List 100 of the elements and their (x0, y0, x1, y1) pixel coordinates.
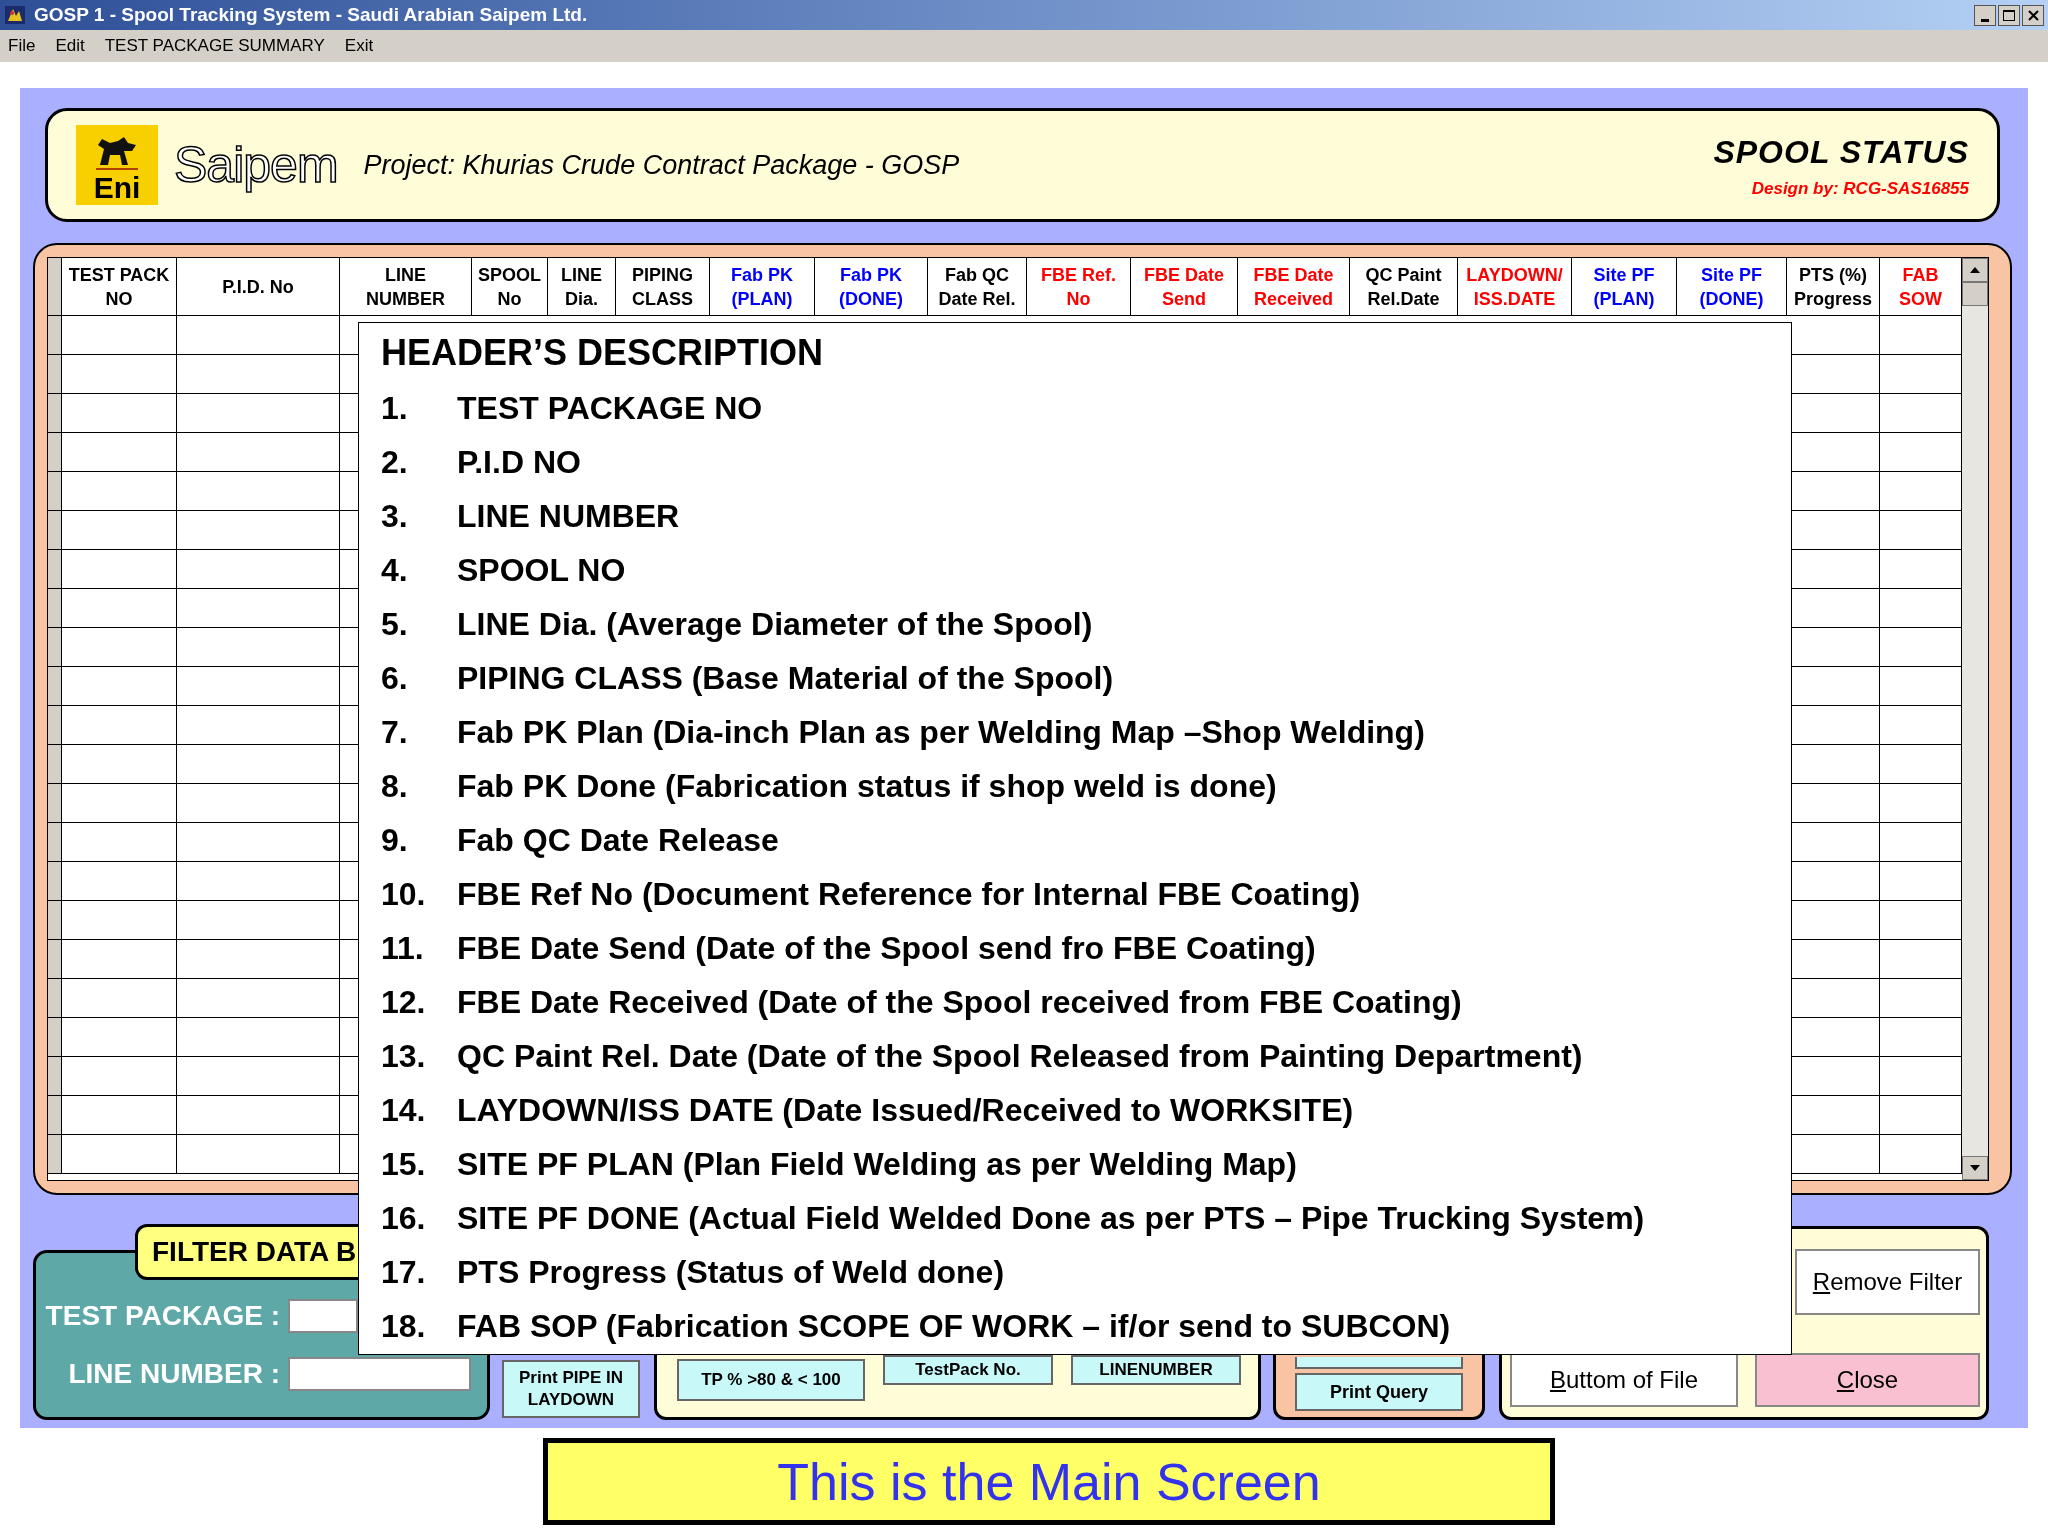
item-number: 14. (381, 1091, 427, 1130)
input-field[interactable] (288, 1357, 471, 1391)
bottom-of-file-button[interactable]: Buttom of File (1510, 1353, 1738, 1407)
row-selector[interactable] (48, 258, 62, 316)
close-button[interactable] (2022, 4, 2044, 26)
row-selector[interactable] (48, 706, 62, 745)
down-arrow-icon (1970, 1165, 1980, 1171)
row-selector[interactable] (48, 589, 62, 628)
row-selector[interactable] (48, 355, 62, 394)
query-button[interactable]: LINENUMBER (1071, 1355, 1241, 1385)
row-selector[interactable] (48, 1096, 62, 1135)
menu-item[interactable]: Edit (55, 33, 85, 59)
item-description: LAYDOWN/ISS DATE (Date Issued/Received to WORKSITE) (457, 1091, 1354, 1130)
scroll-thumb[interactable] (1962, 282, 1988, 306)
row-selector[interactable] (48, 979, 62, 1018)
item-description: PTS Progress (Status of Weld done) (457, 1253, 1005, 1292)
query-button[interactable]: TP % >80 & < 100 (677, 1359, 865, 1401)
item-number: 2. (381, 443, 409, 482)
row-selector[interactable] (48, 1135, 62, 1174)
menu-item[interactable]: Exit (344, 33, 374, 59)
row-selector[interactable] (48, 667, 62, 706)
row-selector[interactable] (48, 433, 62, 472)
row-selector[interactable] (48, 472, 62, 511)
item-number: 5. (381, 605, 409, 644)
row-selector[interactable] (48, 316, 62, 355)
row-selector[interactable] (48, 394, 62, 433)
item-number: 1. (381, 389, 409, 428)
row-selector[interactable] (48, 628, 62, 667)
column-header[interactable]: Site PF (PLAN) (1572, 258, 1677, 316)
column-header[interactable]: FBE Date Received (1238, 258, 1350, 316)
row-selector[interactable] (48, 745, 62, 784)
column-header[interactable]: P.I.D. No (177, 258, 340, 316)
item-description: QC Paint Rel. Date (Date of the Spool Released from Painting Department) (457, 1037, 1583, 1076)
scroll-down-button[interactable] (1962, 1156, 1988, 1180)
row-selector[interactable] (48, 940, 62, 979)
row-selector[interactable] (48, 862, 62, 901)
menu-item[interactable]: File (8, 33, 36, 59)
column-header[interactable]: LINE Dia. (548, 258, 616, 316)
partial-button[interactable] (1295, 1357, 1463, 1369)
column-header[interactable]: QC Paint Rel.Date (1350, 258, 1458, 316)
row-selector[interactable] (48, 901, 62, 940)
column-header[interactable]: Fab PK (PLAN) (710, 258, 815, 316)
column-header[interactable]: Fab PK (DONE) (815, 258, 928, 316)
field-label: TEST PACKAGE : (44, 1299, 280, 1333)
minimize-button[interactable] (1974, 4, 1996, 26)
row-selector[interactable] (48, 1018, 62, 1057)
row-selector[interactable] (48, 784, 62, 823)
dog-icon (94, 135, 140, 173)
column-header[interactable]: LINE NUMBER (340, 258, 472, 316)
item-number: 9. (381, 821, 409, 860)
designer-credit: Design by: RCG-SAS16855 (1751, 178, 1969, 201)
row-selector[interactable] (48, 1057, 62, 1096)
item-description: SITE PF PLAN (Plan Field Welding as per Welding Map) (457, 1145, 1297, 1184)
item-description: P.I.D NO (457, 443, 581, 482)
project-title: Project: Khurias Crude Contract Package - GOSP (363, 148, 960, 182)
window-title: GOSP 1 - Spool Tracking System - Saudi Arabian Saipem Ltd. (34, 2, 588, 27)
maximize-button[interactable] (1998, 4, 2020, 26)
item-number: 12. (381, 983, 427, 1022)
caption-text: This is the Main Screen (777, 1451, 1321, 1513)
item-description: FAB SOP (Fabrication SCOPE OF WORK – if/or send to SUBCON) (457, 1307, 1451, 1346)
remove-filter-button[interactable]: Remove Filter (1795, 1249, 1980, 1315)
company-logo-text: Saipem (174, 135, 338, 195)
column-header[interactable]: Fab QC Date Rel. (928, 258, 1027, 316)
close-button[interactable]: Close (1755, 1353, 1980, 1407)
item-number: 13. (381, 1037, 427, 1076)
item-number: 4. (381, 551, 409, 590)
logo-badge-text: Eni (93, 173, 141, 203)
item-description: Fab PK Done (Fabrication status if shop weld is done) (457, 767, 1277, 806)
item-description: TEST PACKAGE NO (457, 389, 763, 428)
row-selector[interactable] (48, 511, 62, 550)
row-selector[interactable] (48, 823, 62, 862)
field-label: LINE NUMBER : (67, 1357, 280, 1391)
column-header[interactable]: FBE Ref. No (1027, 258, 1131, 316)
column-header[interactable]: PIPING CLASS (616, 258, 710, 316)
close-icon (2027, 9, 2039, 21)
column-header[interactable]: FBE Date Send (1131, 258, 1238, 316)
column-header[interactable]: LAYDOWN/ ISS.DATE (1458, 258, 1572, 316)
column-header[interactable]: SPOOL No (472, 258, 548, 316)
item-number: 10. (381, 875, 427, 914)
item-description: LINE Dia. (Average Diameter of the Spool) (457, 605, 1093, 644)
scroll-up-button[interactable] (1962, 258, 1988, 282)
column-header[interactable]: PTS (%) Progress (1787, 258, 1880, 316)
item-number: 7. (381, 713, 409, 752)
row-selector[interactable] (48, 550, 62, 589)
minimize-icon (1981, 18, 1989, 22)
query-button[interactable]: TestPack No. (883, 1355, 1053, 1385)
item-description: PIPING CLASS (Base Material of the Spool) (457, 659, 1114, 698)
maximize-icon (2003, 9, 2015, 21)
input-field[interactable] (288, 1299, 358, 1333)
item-description: Fab PK Plan (Dia-inch Plan as per Welding Map –Shop Welding) (457, 713, 1425, 752)
item-description: FBE Date Received (Date of the Spool received from FBE Coating) (457, 983, 1462, 1022)
column-header[interactable]: Site PF (DONE) (1677, 258, 1787, 316)
column-header[interactable]: TEST PACK NO (62, 258, 177, 316)
print-query-button[interactable]: Print Query (1295, 1373, 1463, 1411)
item-description: FBE Ref No (Document Reference for Internal FBE Coating) (457, 875, 1361, 914)
print-laydown-button[interactable]: Print PIPE IN LAYDOWN (502, 1360, 640, 1418)
screen-title: SPOOL STATUS (1713, 133, 1969, 173)
item-number: 8. (381, 767, 409, 806)
menu-item[interactable]: TEST PACKAGE SUMMARY (104, 33, 325, 59)
panel-title: HEADER’S DESCRIPTION (381, 331, 824, 375)
